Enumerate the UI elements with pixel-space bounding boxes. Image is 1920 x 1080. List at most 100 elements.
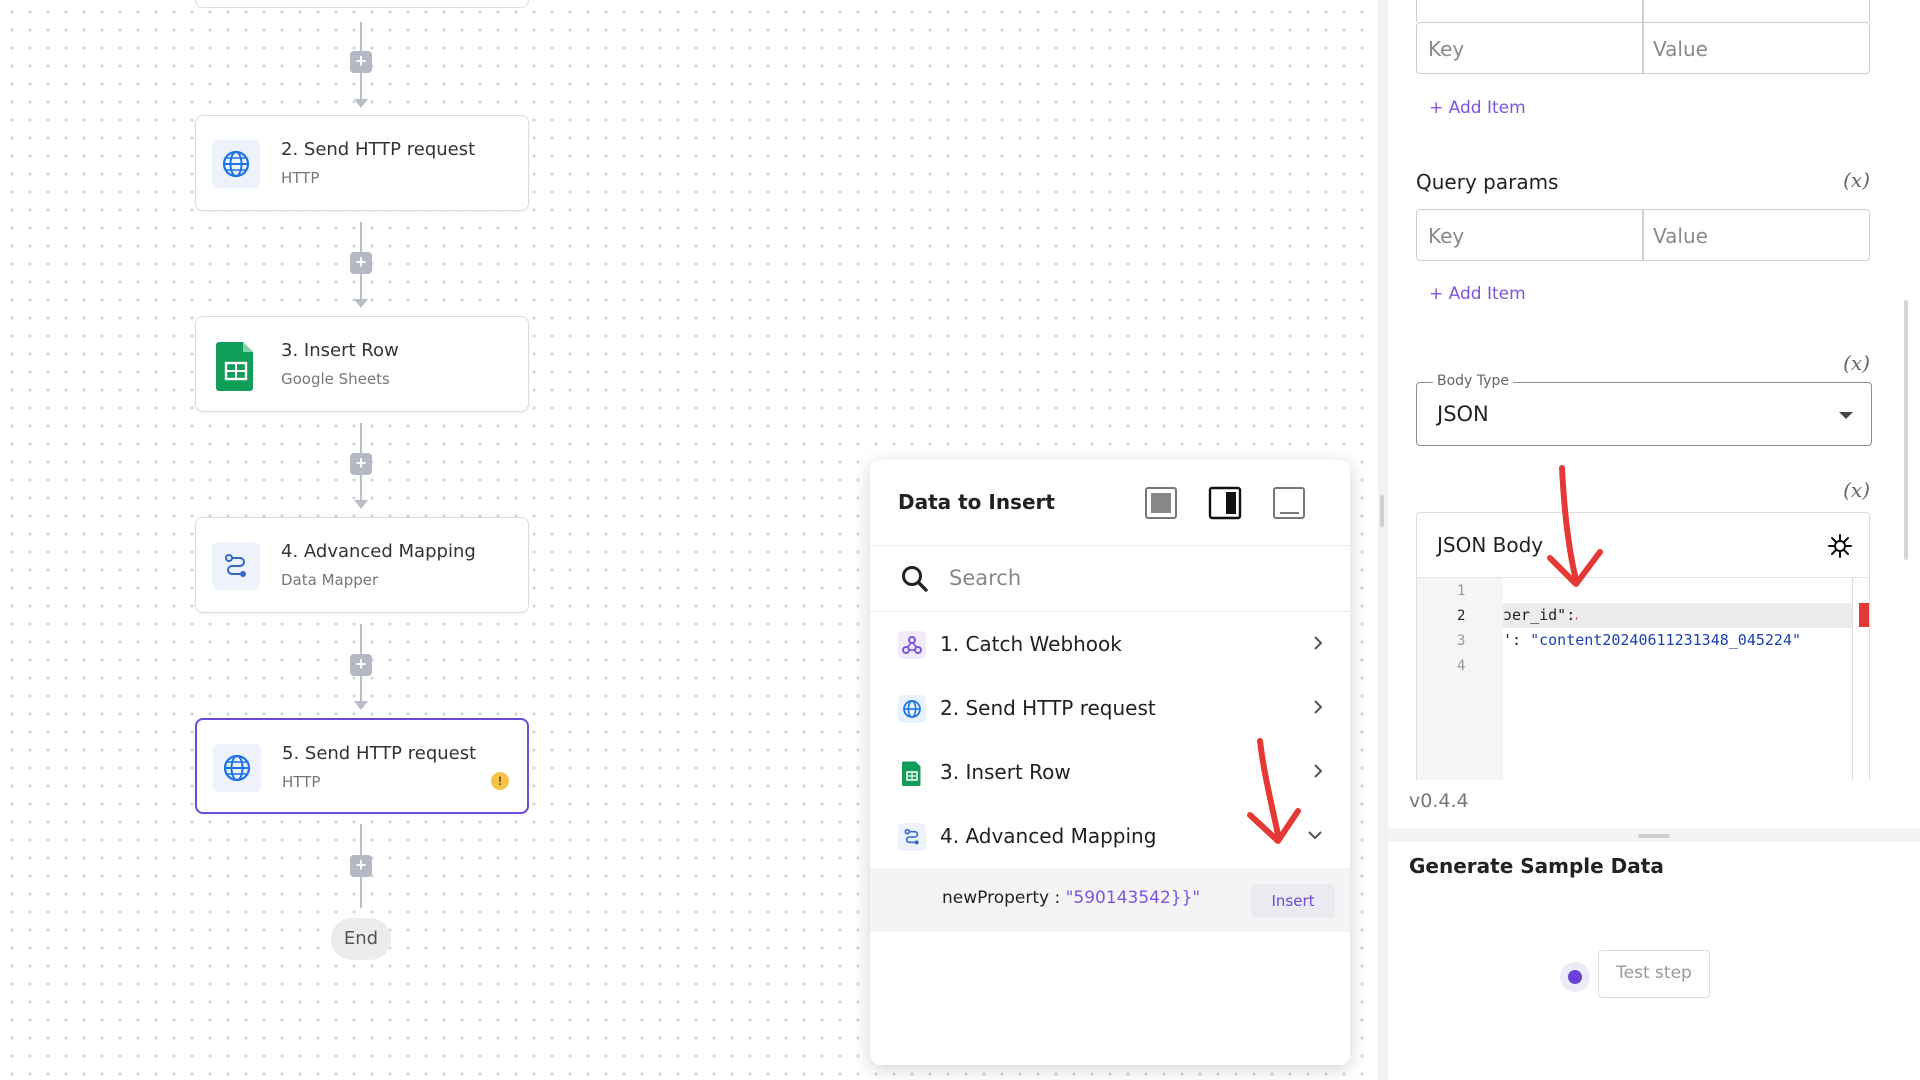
header-key-input[interactable]: Key bbox=[1428, 37, 1464, 61]
step-card-send-http-5[interactable]: 5. Send HTTP request HTTP ! bbox=[195, 718, 529, 814]
data-to-insert-popup: Data to Insert Search 1. Catch Webhook 2… bbox=[870, 460, 1350, 1065]
property-value: "590143542}}" bbox=[1065, 888, 1201, 908]
step-subtitle: HTTP bbox=[281, 169, 320, 187]
add-header-item-button[interactable]: + Add Item bbox=[1429, 98, 1526, 118]
panel-scrollbar[interactable] bbox=[1904, 300, 1908, 560]
step-card-advanced-mapping[interactable]: 4. Advanced Mapping Data Mapper bbox=[195, 517, 529, 613]
search-icon bbox=[900, 564, 930, 599]
popup-item-send-http[interactable]: 2. Send HTTP request bbox=[870, 676, 1350, 740]
step-card-insert-row[interactable]: 3. Insert Row Google Sheets bbox=[195, 316, 529, 412]
headers-kv-row[interactable]: Key Value bbox=[1416, 22, 1870, 74]
variable-toggle-icon[interactable]: (x) bbox=[1843, 351, 1870, 375]
generate-sample-title: Generate Sample Data bbox=[1409, 854, 1664, 878]
step-card-send-http-2[interactable]: 2. Send HTTP request HTTP bbox=[195, 115, 529, 211]
step-card-1[interactable] bbox=[195, 0, 529, 8]
popup-title: Data to Insert bbox=[898, 490, 1055, 514]
step-title: 4. Advanced Mapping bbox=[281, 541, 476, 562]
connector-arrow bbox=[354, 500, 368, 509]
chevron-right-icon bbox=[1312, 762, 1324, 785]
variable-toggle-icon[interactable]: (x) bbox=[1843, 478, 1870, 502]
globe-icon bbox=[213, 744, 261, 792]
layout-side-icon[interactable] bbox=[1208, 486, 1242, 520]
globe-icon bbox=[212, 140, 260, 188]
popup-item-label: 2. Send HTTP request bbox=[940, 696, 1156, 720]
popup-item-advanced-mapping[interactable]: 4. Advanced Mapping bbox=[870, 804, 1350, 868]
step-settings-panel: Key Value + Add Item Query params (x) Ke… bbox=[1388, 0, 1920, 1080]
popup-item-catch-webhook[interactable]: 1. Catch Webhook bbox=[870, 612, 1350, 676]
code-text: ': bbox=[1503, 631, 1531, 649]
google-sheets-icon bbox=[898, 759, 926, 787]
code-line-2: ɔer_id":⸴ bbox=[1503, 606, 1579, 624]
add-step-button[interactable]: + bbox=[350, 51, 372, 73]
json-body-header: JSON Body bbox=[1417, 513, 1869, 578]
query-key-input[interactable]: Key bbox=[1428, 224, 1464, 248]
property-key: newProperty : "590143542}}" bbox=[942, 888, 1200, 908]
step-title: 2. Send HTTP request bbox=[281, 139, 476, 160]
add-step-button[interactable]: + bbox=[350, 855, 372, 877]
popup-header: Data to Insert bbox=[870, 460, 1350, 546]
end-node: End bbox=[331, 918, 391, 960]
chevron-down-icon bbox=[1306, 828, 1324, 846]
line-number: 4 bbox=[1457, 658, 1466, 674]
resize-handle[interactable] bbox=[1638, 834, 1670, 838]
query-value-input[interactable]: Value bbox=[1653, 224, 1708, 248]
line-number: 3 bbox=[1457, 633, 1466, 649]
resize-handle[interactable] bbox=[1380, 495, 1384, 527]
variable-toggle-icon[interactable]: (x) bbox=[1843, 168, 1870, 192]
step-subtitle: Data Mapper bbox=[281, 571, 379, 589]
line-number: 1 bbox=[1457, 583, 1466, 599]
version-label: v0.4.4 bbox=[1409, 790, 1469, 812]
add-step-button[interactable]: + bbox=[350, 654, 372, 676]
query-params-label: Query params bbox=[1416, 170, 1559, 194]
json-body-label: JSON Body bbox=[1437, 533, 1544, 557]
json-body-editor[interactable]: JSON Body 1 2 3 4 ɔer_id":⸴ ': "content2… bbox=[1416, 512, 1870, 780]
add-query-item-button[interactable]: + Add Item bbox=[1429, 284, 1526, 304]
property-key-label: newProperty : bbox=[942, 888, 1061, 908]
webhook-icon bbox=[898, 631, 926, 659]
popup-item-label: 4. Advanced Mapping bbox=[940, 824, 1157, 848]
code-text: ɔer_id": bbox=[1503, 606, 1576, 624]
data-mapper-icon bbox=[898, 823, 926, 851]
globe-icon bbox=[898, 695, 926, 723]
test-step-button[interactable]: Test step bbox=[1598, 950, 1710, 998]
body-type-value: JSON bbox=[1437, 402, 1489, 426]
warning-icon[interactable]: ! bbox=[491, 772, 509, 790]
caret-down-icon bbox=[1839, 412, 1853, 419]
insert-button[interactable]: Insert bbox=[1251, 884, 1335, 918]
kv-divider bbox=[1642, 210, 1644, 260]
headers-table-top bbox=[1416, 0, 1870, 22]
popup-item-label: 1. Catch Webhook bbox=[940, 632, 1122, 656]
connector-arrow bbox=[354, 299, 368, 308]
beautify-icon[interactable] bbox=[1827, 533, 1853, 564]
kv-divider bbox=[1642, 23, 1644, 73]
data-mapper-icon bbox=[212, 542, 260, 590]
query-params-kv-row[interactable]: Key Value bbox=[1416, 209, 1870, 261]
header-value-input[interactable]: Value bbox=[1653, 37, 1708, 61]
error-marker bbox=[1859, 603, 1869, 627]
connector-arrow bbox=[354, 701, 368, 710]
search-input[interactable]: Search bbox=[949, 566, 1021, 590]
add-step-button[interactable]: + bbox=[350, 453, 372, 475]
step-subtitle: Google Sheets bbox=[281, 370, 390, 388]
step-title: 5. Send HTTP request bbox=[282, 743, 477, 764]
google-sheets-icon bbox=[212, 341, 260, 391]
line-number: 2 bbox=[1457, 608, 1466, 624]
body-type-label: Body Type bbox=[1433, 373, 1513, 389]
panel-divider[interactable] bbox=[1378, 0, 1388, 1080]
editor-scrollbar[interactable] bbox=[1851, 578, 1853, 780]
layout-bottom-icon[interactable] bbox=[1272, 486, 1306, 520]
code-line-3: ': "content20240611231348_045224" bbox=[1503, 631, 1801, 649]
popup-item-label: 3. Insert Row bbox=[940, 760, 1071, 784]
line-number-gutter: 1 2 3 4 bbox=[1417, 578, 1503, 780]
step-title: 3. Insert Row bbox=[281, 340, 399, 361]
body-type-select[interactable]: Body Type JSON bbox=[1416, 373, 1872, 446]
popup-search[interactable]: Search bbox=[870, 546, 1350, 612]
add-step-button[interactable]: + bbox=[350, 252, 372, 274]
code-area[interactable]: ɔer_id":⸴ ': "content20240611231348_0452… bbox=[1503, 578, 1853, 780]
popup-item-insert-row[interactable]: 3. Insert Row bbox=[870, 740, 1350, 804]
code-string: "content20240611231348_045224" bbox=[1530, 631, 1802, 649]
status-indicator bbox=[1560, 962, 1590, 992]
layout-full-icon[interactable] bbox=[1144, 486, 1178, 520]
step-subtitle: HTTP bbox=[282, 773, 321, 791]
property-row[interactable]: newProperty : "590143542}}" Insert bbox=[870, 868, 1350, 932]
